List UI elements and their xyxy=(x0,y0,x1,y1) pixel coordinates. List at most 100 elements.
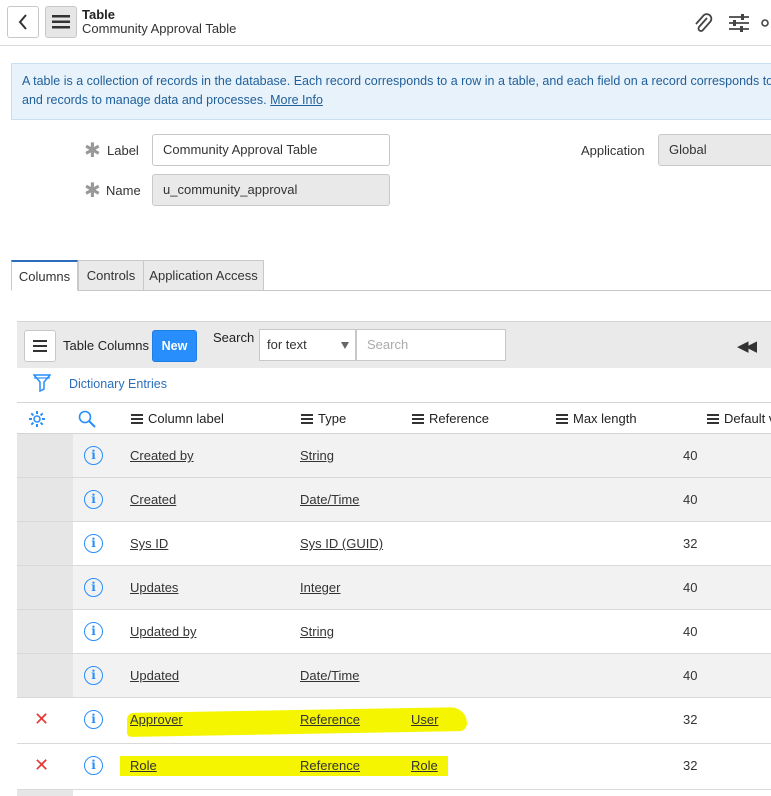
type-link[interactable]: String xyxy=(300,448,334,463)
required-icon: ✱ xyxy=(84,180,101,202)
info-icon[interactable]: i xyxy=(84,534,103,553)
search-icon[interactable] xyxy=(78,410,96,428)
column-label-link[interactable]: Updated by xyxy=(130,624,197,639)
column-menu-icon[interactable] xyxy=(412,413,424,424)
info-icon[interactable]: i xyxy=(84,622,103,641)
row-gutter xyxy=(17,566,73,609)
table-header: Column label Type Reference Max length D… xyxy=(17,402,771,434)
search-label: Search xyxy=(213,330,255,345)
column-label-link[interactable]: Created by xyxy=(130,448,194,463)
table-row: ✕ i Approver Reference User 32 xyxy=(17,698,771,744)
column-label-link[interactable]: Approver xyxy=(130,712,183,727)
tab-columns[interactable]: Columns xyxy=(11,260,78,291)
name-input: u_community_approval xyxy=(152,174,390,206)
max-length-value: 40 xyxy=(683,668,698,683)
type-link[interactable]: Sys ID (GUID) xyxy=(300,536,383,551)
column-header-text: Reference xyxy=(429,411,489,426)
new-button[interactable]: New xyxy=(152,330,197,362)
max-length-value: 32 xyxy=(683,536,698,551)
table-row: i Updates Integer 40 xyxy=(17,566,771,610)
column-header-text: Max length xyxy=(573,411,637,426)
column-label-link[interactable]: Sys ID xyxy=(130,536,168,551)
type-link[interactable]: Reference xyxy=(300,712,360,727)
row-gutter xyxy=(17,610,73,653)
highlighter-mark xyxy=(120,756,448,776)
column-label-link[interactable]: Created xyxy=(130,492,176,507)
column-header-type[interactable]: Type xyxy=(301,411,346,426)
info-icon[interactable]: i xyxy=(84,578,103,597)
column-header-text: Type xyxy=(318,411,347,426)
sliders-icon[interactable] xyxy=(726,10,752,36)
label-input[interactable]: Community Approval Table xyxy=(152,134,390,166)
table-row: ✕ i Role Reference Role 32 xyxy=(17,744,771,790)
column-label-link[interactable]: Role xyxy=(130,758,157,773)
row-gutter xyxy=(17,478,73,521)
more-info-link[interactable]: More Info xyxy=(270,93,323,107)
table-row: i Created Date/Time 40 xyxy=(17,478,771,522)
table-row: i Sys ID Sys ID (GUID) 32 xyxy=(17,522,771,566)
required-icon: ✱ xyxy=(84,140,101,162)
table-row: i Updated Date/Time 40 xyxy=(17,654,771,698)
info-icon[interactable]: i xyxy=(84,666,103,685)
type-link[interactable]: Integer xyxy=(300,580,340,595)
search-input[interactable]: Search xyxy=(356,329,506,361)
info-icon[interactable]: i xyxy=(84,446,103,465)
column-menu-icon[interactable] xyxy=(131,413,143,424)
column-header-max-length[interactable]: Max length xyxy=(556,411,637,426)
filter-icon[interactable] xyxy=(33,373,51,393)
application-input: Global xyxy=(658,134,771,166)
column-header-reference[interactable]: Reference xyxy=(412,411,489,426)
column-header-text: Default v xyxy=(724,411,771,426)
hamburger-icon xyxy=(52,15,70,29)
max-length-value: 40 xyxy=(683,624,698,639)
column-menu-icon[interactable] xyxy=(707,413,719,424)
max-length-value: 40 xyxy=(683,580,698,595)
delete-icon[interactable]: ✕ xyxy=(34,756,49,774)
paperclip-icon[interactable] xyxy=(690,10,716,36)
column-label-link[interactable]: Updated xyxy=(130,668,179,683)
application-field-label: Application xyxy=(581,143,645,158)
row-gutter xyxy=(17,434,73,477)
info-banner-line1: A table is a collection of records in th… xyxy=(22,74,771,88)
column-header-label[interactable]: Column label xyxy=(131,411,224,426)
info-banner-line2: and records to manage data and processes… xyxy=(22,93,267,107)
related-list-toolbar: Table Columns New Search for text Search… xyxy=(17,321,771,368)
column-header-default-value[interactable]: Default v xyxy=(707,411,771,426)
column-menu-icon[interactable] xyxy=(556,413,568,424)
related-list-title: Table Columns xyxy=(63,338,149,353)
info-icon[interactable]: i xyxy=(84,490,103,509)
row-gutter xyxy=(17,522,73,565)
back-icon xyxy=(18,14,27,30)
list-context-menu-button[interactable] xyxy=(24,330,56,362)
reference-link[interactable]: Role xyxy=(411,758,438,773)
dictionary-entries-breadcrumb[interactable]: Dictionary Entries xyxy=(69,377,167,391)
search-field-select[interactable]: for text xyxy=(259,329,356,361)
hamburger-icon xyxy=(33,340,47,352)
reference-link[interactable]: User xyxy=(411,712,438,727)
record-type-title: Table xyxy=(82,7,115,22)
row-gutter xyxy=(17,654,73,697)
type-link[interactable]: String xyxy=(300,624,334,639)
gear-icon[interactable] xyxy=(28,410,46,428)
chevron-down-icon xyxy=(341,342,349,349)
name-field-label: Name xyxy=(106,183,141,198)
label-field-label: Label xyxy=(107,143,139,158)
tab-application-access[interactable]: Application Access xyxy=(143,260,264,291)
type-link[interactable]: Date/Time xyxy=(300,492,359,507)
info-icon[interactable]: i xyxy=(84,710,103,729)
delete-icon[interactable]: ✕ xyxy=(34,710,49,728)
column-menu-icon[interactable] xyxy=(301,413,313,424)
column-label-link[interactable]: Updates xyxy=(130,580,178,595)
more-icon[interactable] xyxy=(760,10,771,36)
first-page-icon[interactable]: ◀◀ xyxy=(737,337,757,355)
tab-controls[interactable]: Controls xyxy=(78,260,144,291)
table-row: i Updated by String 40 xyxy=(17,610,771,654)
form-menu-button[interactable] xyxy=(45,6,77,38)
info-banner: A table is a collection of records in th… xyxy=(11,63,771,120)
info-icon[interactable]: i xyxy=(84,756,103,775)
back-button[interactable] xyxy=(7,6,39,38)
max-length-value: 40 xyxy=(683,448,698,463)
max-length-value: 40 xyxy=(683,492,698,507)
type-link[interactable]: Reference xyxy=(300,758,360,773)
type-link[interactable]: Date/Time xyxy=(300,668,359,683)
